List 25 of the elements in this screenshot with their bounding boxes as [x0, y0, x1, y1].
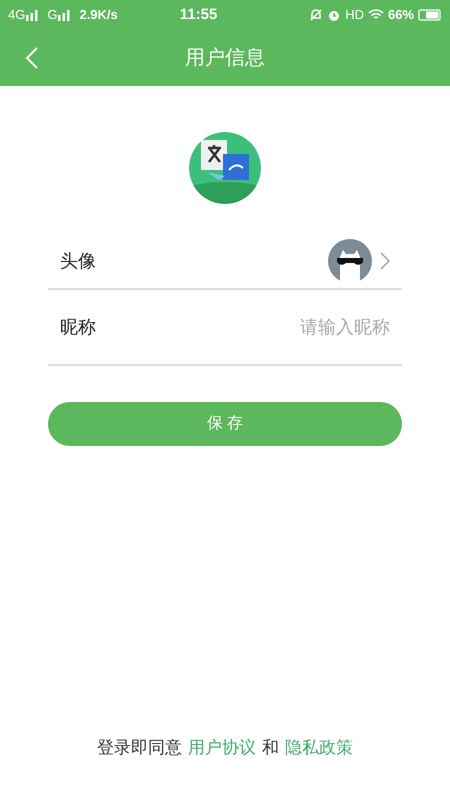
agreement-text: 登录即同意	[97, 736, 182, 758]
wifi-icon	[368, 9, 384, 21]
conjunction-text: 和	[262, 736, 279, 758]
app-logo-icon	[189, 132, 261, 204]
chevron-right-icon	[380, 252, 390, 270]
time-label: 11:55	[180, 4, 218, 25]
alarm-icon	[327, 8, 342, 22]
battery-icon	[418, 9, 442, 21]
network-label: G	[47, 6, 58, 24]
nickname-label: 昵称	[60, 316, 96, 338]
back-icon	[25, 47, 39, 69]
user-agreement-link[interactable]: 用户协议	[188, 734, 256, 760]
page-title: 用户信息	[185, 46, 265, 71]
battery-label: 66%	[388, 6, 414, 24]
network-label: 4G	[8, 6, 26, 24]
save-button[interactable]: 保 存	[48, 402, 402, 446]
bell-off-icon	[309, 8, 324, 22]
speed-label: 2.9K/s	[79, 6, 118, 24]
hd-label: HD	[345, 6, 364, 24]
signal-icon	[57, 9, 72, 21]
avatar-icon[interactable]	[328, 239, 372, 283]
privacy-policy-link[interactable]: 隐私政策	[285, 734, 353, 760]
signal-icon	[25, 9, 40, 21]
nickname-field[interactable]: 请输入昵称	[270, 314, 390, 340]
avatar-label: 头像	[60, 250, 96, 272]
